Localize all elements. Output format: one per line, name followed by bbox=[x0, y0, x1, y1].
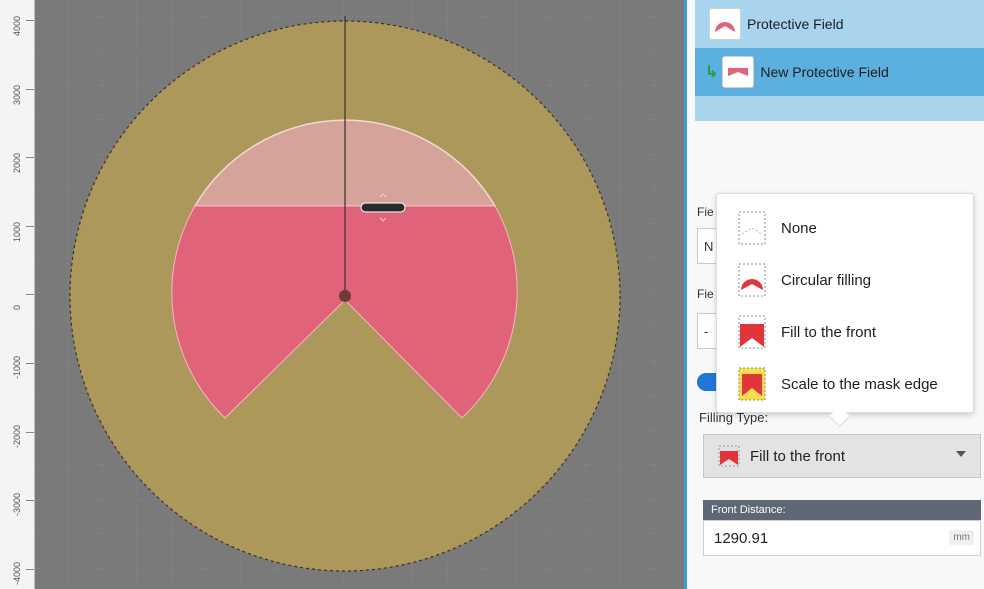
ruler-tick-mark bbox=[26, 88, 34, 90]
ruler-tick-label: -2000 bbox=[12, 424, 22, 448]
ruler-tick-label: 2000 bbox=[12, 153, 22, 174]
ruler-tick-mark bbox=[26, 157, 34, 159]
ruler-tick-label: 4000 bbox=[12, 15, 22, 36]
canvas-border bbox=[684, 0, 687, 589]
front-distance-input[interactable]: 1290.91 mm bbox=[703, 520, 981, 556]
ruler-tick-mark bbox=[26, 225, 34, 227]
fill-to-front-icon bbox=[718, 445, 740, 467]
none-fill-icon bbox=[738, 211, 766, 245]
ruler-tick-label: 3000 bbox=[12, 84, 22, 105]
dropdown-option-label: Circular filling bbox=[781, 271, 872, 289]
dropdown-option-circular-filling[interactable]: Circular filling bbox=[717, 254, 973, 306]
front-distance-label: Front Distance: bbox=[703, 500, 981, 520]
new-protective-field-icon bbox=[722, 56, 755, 88]
unit-label: mm bbox=[949, 530, 974, 545]
scale-to-mask-edge-icon bbox=[738, 367, 766, 401]
dropdown-option-none[interactable]: None bbox=[717, 202, 973, 254]
dropdown-option-label: Scale to the mask edge bbox=[781, 375, 938, 393]
field-list-item-label: Protective Field bbox=[747, 16, 844, 32]
origin-point bbox=[339, 290, 351, 302]
ruler-tick-mark bbox=[26, 363, 34, 364]
field-drawing[interactable] bbox=[0, 0, 686, 589]
y-axis-ruler: 4000 3000 2000 1000 0 -1000 -2000 -3000 -4000 bbox=[0, 0, 35, 589]
dropdown-option-scale-to-mask-edge[interactable]: Scale to the mask edge bbox=[717, 358, 973, 410]
ruler-tick-label: 1000 bbox=[12, 221, 22, 242]
filling-type-dropdown: None Circular filling Fill to the front … bbox=[716, 193, 974, 413]
circular-filling-icon bbox=[738, 263, 766, 297]
child-arrow-icon: ↳ bbox=[705, 64, 719, 81]
field-list-item-protective-field[interactable]: Protective Field bbox=[695, 0, 984, 48]
field-type-label: Fie bbox=[697, 287, 714, 301]
filling-type-selected: Fill to the front bbox=[750, 447, 846, 465]
ruler-tick-label: -1000 bbox=[12, 355, 22, 379]
ruler-tick-mark bbox=[26, 294, 34, 296]
field-list-item-label: New Protective Field bbox=[760, 64, 889, 80]
front-distance-value: 1290.91 bbox=[714, 529, 769, 547]
ruler-tick-mark bbox=[26, 431, 34, 433]
front-edge-handle[interactable] bbox=[360, 202, 406, 213]
ruler-tick-mark bbox=[26, 500, 34, 502]
protective-field-icon bbox=[709, 8, 741, 40]
dropdown-option-label: Fill to the front bbox=[781, 323, 877, 341]
field-list-item-new-protective-field[interactable]: ↳ New Protective Field bbox=[695, 48, 984, 96]
ruler-tick-mark bbox=[26, 20, 34, 21]
ruler-tick-label: -3000 bbox=[12, 493, 22, 517]
ruler-tick-mark bbox=[26, 568, 34, 570]
dropdown-option-fill-to-front[interactable]: Fill to the front bbox=[717, 306, 973, 358]
dropdown-option-label: None bbox=[781, 219, 817, 237]
filling-type-select[interactable]: Fill to the front bbox=[703, 434, 981, 478]
field-list: Protective Field ↳ New Protective Field bbox=[695, 0, 984, 121]
ruler-tick-label: -4000 bbox=[12, 561, 22, 585]
fill-to-front-icon bbox=[738, 315, 766, 349]
field-name-label: Fie bbox=[697, 205, 714, 219]
ruler-tick-label: 0 bbox=[12, 305, 22, 311]
chevron-down-icon bbox=[956, 451, 966, 457]
field-editor-canvas[interactable]: 4000 3000 2000 1000 0 -1000 -2000 -3000 -4000 bbox=[0, 0, 686, 589]
